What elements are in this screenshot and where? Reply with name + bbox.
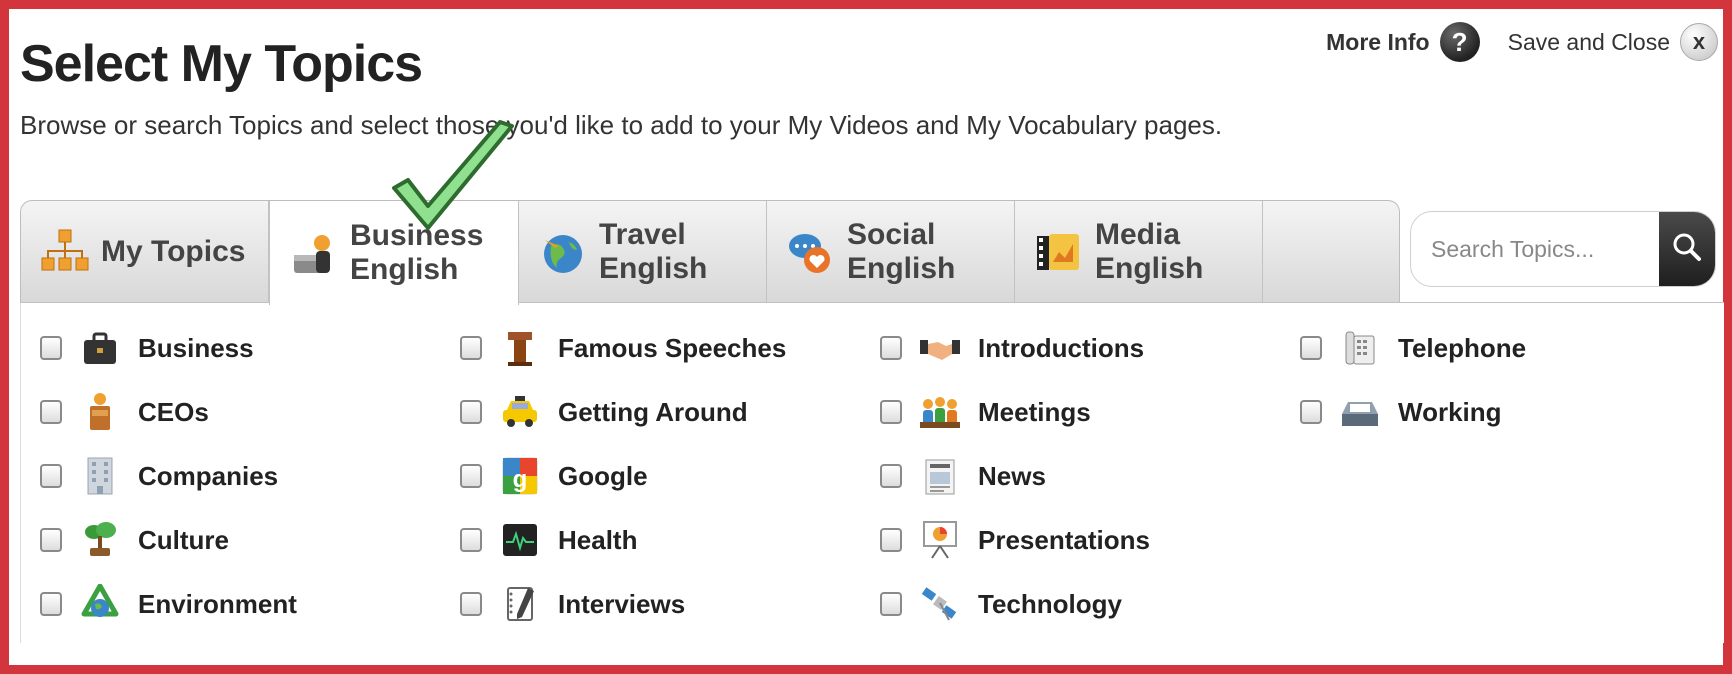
- top-actions: More Info ? Save and Close x: [1326, 18, 1718, 66]
- topic-checkbox[interactable]: [40, 592, 62, 616]
- search-icon: [1672, 232, 1702, 267]
- topic-item-business[interactable]: Business: [40, 322, 460, 374]
- tab-label: Social English: [847, 218, 956, 285]
- topic-label: Culture: [138, 524, 229, 555]
- topic-label: News: [978, 460, 1046, 491]
- topic-item-news[interactable]: News: [880, 450, 1300, 502]
- topic-item-working[interactable]: Working: [1300, 386, 1600, 438]
- topic-item-meetings[interactable]: Meetings: [880, 386, 1300, 438]
- briefcase-icon: [80, 326, 120, 370]
- topic-item-interviews[interactable]: Interviews: [460, 578, 880, 630]
- topic-label: Telephone: [1398, 332, 1527, 363]
- topic-checkbox[interactable]: [40, 464, 62, 488]
- topic-item-health[interactable]: Health: [460, 514, 880, 566]
- topic-item-environment[interactable]: Environment: [40, 578, 460, 630]
- tab-label: Media English: [1095, 218, 1204, 285]
- tab-label: My Topics: [101, 235, 246, 268]
- inbox-tray-icon: [1340, 390, 1380, 434]
- topic-label: Working: [1398, 396, 1502, 427]
- save-and-close-link[interactable]: Save and Close: [1508, 29, 1670, 56]
- notepad-icon: [500, 582, 540, 626]
- topic-label: Famous Speeches: [558, 332, 787, 363]
- topic-checkbox[interactable]: [460, 336, 482, 360]
- topic-checkbox[interactable]: [880, 528, 902, 552]
- tab-business-english[interactable]: Business English: [269, 201, 519, 305]
- topic-item-telephone[interactable]: Telephone: [1300, 322, 1600, 374]
- org-chart-icon: [39, 226, 91, 278]
- topic-checkbox[interactable]: [880, 400, 902, 424]
- topic-checkbox[interactable]: [40, 400, 62, 424]
- svg-text:g: g: [513, 466, 528, 493]
- more-info-link[interactable]: More Info: [1326, 29, 1430, 56]
- tab-social-english[interactable]: Social English: [767, 201, 1015, 303]
- tab-label: Business English: [350, 219, 484, 286]
- tab-media-english[interactable]: Media English: [1015, 201, 1263, 303]
- recycle-globe-icon: [80, 582, 120, 626]
- phone-icon: [1340, 326, 1380, 370]
- topic-item-ceos[interactable]: CEOs: [40, 386, 460, 438]
- topic-item-getting-around[interactable]: Getting Around: [460, 386, 880, 438]
- page-title: Select My Topics: [20, 35, 423, 93]
- podium-icon: [80, 390, 120, 434]
- topic-checkbox[interactable]: [1300, 336, 1322, 360]
- topic-checkbox[interactable]: [1300, 400, 1322, 424]
- film-icon: [1033, 226, 1085, 278]
- topic-label: Meetings: [978, 396, 1091, 427]
- topic-checkbox[interactable]: [880, 464, 902, 488]
- topic-checkbox[interactable]: [40, 336, 62, 360]
- bonsai-icon: [80, 518, 120, 562]
- tab-my-topics[interactable]: My Topics: [21, 201, 269, 303]
- topic-checkbox[interactable]: [40, 528, 62, 552]
- topic-item-technology[interactable]: Technology: [880, 578, 1300, 630]
- presentation-board-icon: [920, 518, 960, 562]
- help-icon[interactable]: ?: [1439, 22, 1480, 62]
- topic-item-presentations[interactable]: Presentations: [880, 514, 1300, 566]
- search-button[interactable]: [1659, 212, 1715, 286]
- topic-label: Getting Around: [558, 396, 748, 427]
- topic-label: Business: [138, 332, 254, 363]
- globe-icon: [537, 226, 589, 278]
- handshake-icon: [920, 326, 960, 370]
- heart-monitor-icon: [500, 518, 540, 562]
- topic-checkbox[interactable]: [880, 336, 902, 360]
- tab-label: Travel English: [599, 218, 708, 285]
- topic-checkbox[interactable]: [460, 464, 482, 488]
- taxi-icon: [500, 390, 540, 434]
- google-icon: g: [500, 454, 540, 498]
- satellite-icon: [920, 582, 960, 626]
- topic-label: Health: [558, 524, 638, 555]
- topic-item-introductions[interactable]: Introductions: [880, 322, 1300, 374]
- topics-grid: Business CEOs Companies Culture Environm…: [40, 322, 1640, 642]
- topic-tabs: My Topics Business English Travel Englis…: [20, 200, 1400, 305]
- topic-label: Interviews: [558, 588, 686, 619]
- topic-label: CEOs: [138, 396, 209, 427]
- page-subtitle: Browse or search Topics and select those…: [20, 110, 1223, 140]
- topic-label: Presentations: [978, 524, 1150, 555]
- topic-checkbox[interactable]: [460, 400, 482, 424]
- tab-travel-english[interactable]: Travel English: [519, 201, 767, 303]
- topic-checkbox[interactable]: [460, 592, 482, 616]
- topic-label: Environment: [138, 588, 297, 619]
- business-icon: [288, 227, 340, 279]
- search-box: [1410, 211, 1716, 287]
- newspaper-icon: [920, 454, 960, 498]
- close-icon[interactable]: x: [1680, 23, 1718, 61]
- topic-item-famous-speeches[interactable]: Famous Speeches: [460, 322, 880, 374]
- topic-label: Technology: [978, 588, 1122, 619]
- people-icon: [920, 390, 960, 434]
- building-icon: [80, 454, 120, 498]
- topic-item-culture[interactable]: Culture: [40, 514, 460, 566]
- topic-checkbox[interactable]: [460, 528, 482, 552]
- topic-label: Google: [558, 460, 648, 491]
- search-input[interactable]: [1411, 212, 1659, 286]
- chat-bubbles-icon: [785, 226, 837, 278]
- topic-label: Introductions: [978, 332, 1145, 363]
- topic-checkbox[interactable]: [880, 592, 902, 616]
- topic-item-google[interactable]: g Google: [460, 450, 880, 502]
- topic-item-companies[interactable]: Companies: [40, 450, 460, 502]
- lectern-icon: [500, 326, 540, 370]
- topic-label: Companies: [138, 460, 279, 491]
